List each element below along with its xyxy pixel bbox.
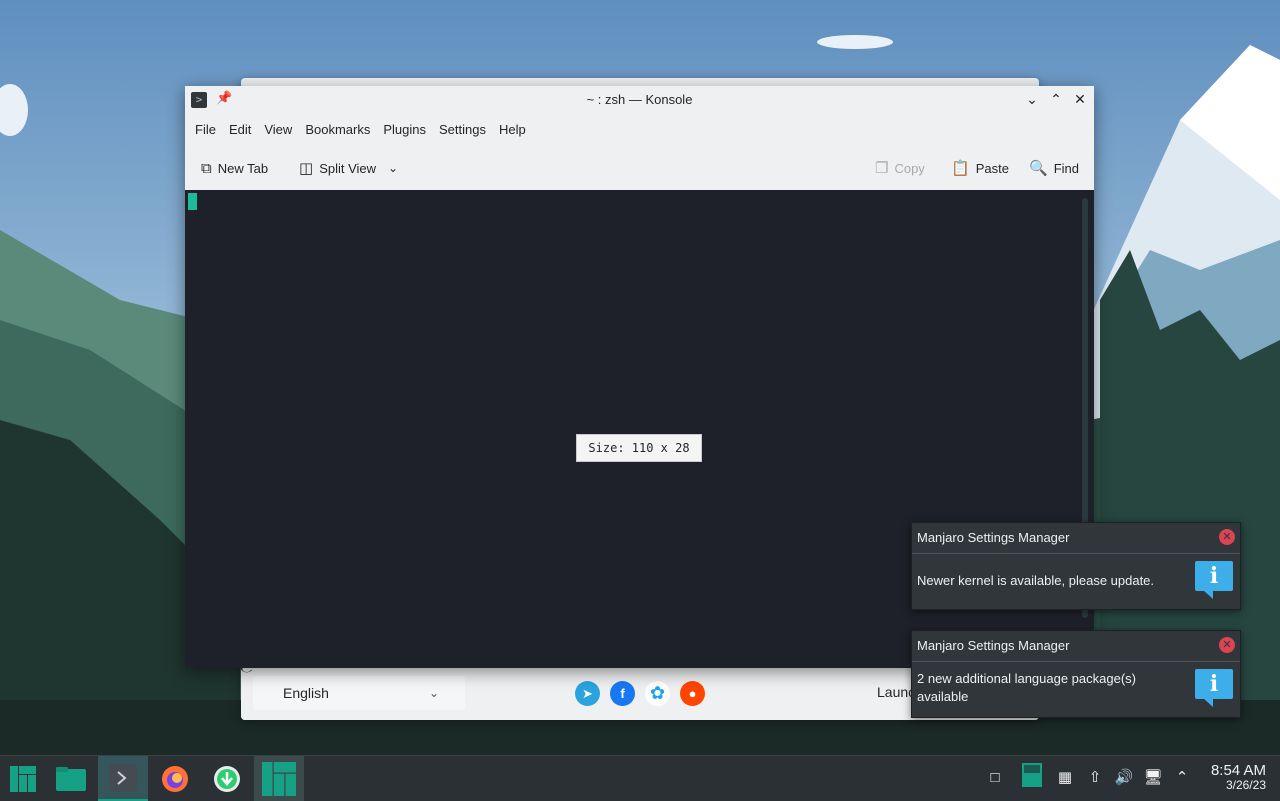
menu-bookmarks[interactable]: Bookmarks <box>304 122 371 137</box>
notification-language-packages[interactable]: Manjaro Settings Manager ✕ 2 new additio… <box>911 630 1241 718</box>
menu-file[interactable]: File <box>194 122 217 137</box>
notification-body: Newer kernel is available, please update… <box>917 573 1155 588</box>
language-select-value: English <box>283 685 329 701</box>
application-launcher[interactable] <box>0 756 46 801</box>
window-title: ~ : zsh — Konsole <box>586 92 693 107</box>
text-cursor-icon: ℮ <box>239 656 255 677</box>
firefox-icon <box>162 765 188 792</box>
twitter-icon[interactable]: ✿ <box>645 681 670 706</box>
taskbar: □ ▦ ⇧ 🔊 🖥 ⌃ 8:54 AM 3/26/23 <box>0 755 1280 801</box>
terminal-cursor <box>188 193 197 210</box>
chevron-down-icon: ⌄ <box>388 161 399 175</box>
facebook-icon[interactable]: f <box>610 681 635 706</box>
chevron-up-icon[interactable]: ⌃ <box>1172 768 1192 788</box>
manjaro-logo-icon <box>10 765 36 792</box>
info-icon: i <box>1195 669 1233 707</box>
show-desktop-icon[interactable]: □ <box>985 768 1005 788</box>
close-icon[interactable]: ✕ <box>1219 637 1235 653</box>
notification-kernel[interactable]: Manjaro Settings Manager ✕ Newer kernel … <box>911 522 1241 610</box>
updates-icon[interactable]: ⇧ <box>1085 768 1105 788</box>
menu-help[interactable]: Help <box>498 122 527 137</box>
terminal-size-indicator: Size: 110 x 28 <box>576 434 702 462</box>
konsole-titlebar[interactable]: > 📌 ~ : zsh — Konsole ⌄ ⌃ ✕ <box>185 86 1094 114</box>
telegram-icon[interactable]: ➤ <box>575 681 600 706</box>
toolbar: ⧉ New Tab ◫ Split View ⌄ ❐ Copy 📋 Paste … <box>185 150 1094 186</box>
copy-button[interactable]: ❐ Copy <box>875 157 925 179</box>
task-manjaro-hello[interactable] <box>254 756 304 801</box>
paste-icon: 📋 <box>951 160 970 177</box>
menu-view[interactable]: View <box>263 122 293 137</box>
split-view-icon: ◫ <box>299 160 314 177</box>
minimize-icon[interactable]: ⌄ <box>1022 89 1042 109</box>
split-view-button[interactable]: ◫ Split View ⌄ <box>299 157 398 179</box>
menu-plugins[interactable]: Plugins <box>382 122 427 137</box>
paste-button[interactable]: 📋 Paste <box>951 157 1009 179</box>
clock[interactable]: 8:54 AM 3/26/23 <box>1211 762 1266 791</box>
task-files[interactable] <box>48 756 94 801</box>
chevron-down-icon: ⌄ <box>428 686 439 700</box>
search-icon: 🔍 <box>1029 160 1048 177</box>
notification-body: 2 new additional language package(s) ava… <box>917 671 1136 704</box>
new-tab-icon: ⧉ <box>201 159 212 177</box>
manjaro-logo-icon <box>262 761 296 796</box>
network-icon[interactable]: 🖥 <box>1143 768 1163 788</box>
notification-title: Manjaro Settings Manager <box>917 530 1070 545</box>
menu-edit[interactable]: Edit <box>228 122 252 137</box>
download-icon <box>214 765 240 792</box>
info-icon: i <box>1195 561 1233 599</box>
menubar: File Edit View Bookmarks Plugins Setting… <box>185 114 1094 144</box>
find-button[interactable]: 🔍 Find <box>1029 157 1079 179</box>
task-software-manager[interactable] <box>204 756 250 801</box>
launch-at-start-label: Launc <box>877 684 916 700</box>
menu-settings[interactable]: Settings <box>438 122 487 137</box>
task-firefox[interactable] <box>152 756 198 801</box>
settings-manager-tray-icon[interactable] <box>1021 762 1042 787</box>
social-links: ➤ f ✿ ● <box>575 681 705 706</box>
notification-divider <box>912 661 1240 662</box>
clock-date: 3/26/23 <box>1225 778 1266 792</box>
close-icon[interactable]: ✕ <box>1070 89 1090 109</box>
notification-divider <box>912 553 1240 554</box>
reddit-icon[interactable]: ● <box>680 681 705 706</box>
folder-icon <box>56 766 86 791</box>
maximize-icon[interactable]: ⌃ <box>1046 89 1066 109</box>
task-konsole[interactable] <box>98 756 148 801</box>
volume-icon[interactable]: 🔊 <box>1114 768 1134 788</box>
copy-icon: ❐ <box>875 160 889 177</box>
language-select[interactable]: English ⌄ <box>253 676 465 710</box>
notification-title: Manjaro Settings Manager <box>917 638 1070 653</box>
close-icon[interactable]: ✕ <box>1219 529 1235 545</box>
new-tab-button[interactable]: ⧉ New Tab <box>201 157 268 179</box>
clock-time: 8:54 AM <box>1210 762 1266 779</box>
clipboard-icon[interactable]: ▦ <box>1055 768 1075 788</box>
terminal-icon <box>109 763 137 792</box>
